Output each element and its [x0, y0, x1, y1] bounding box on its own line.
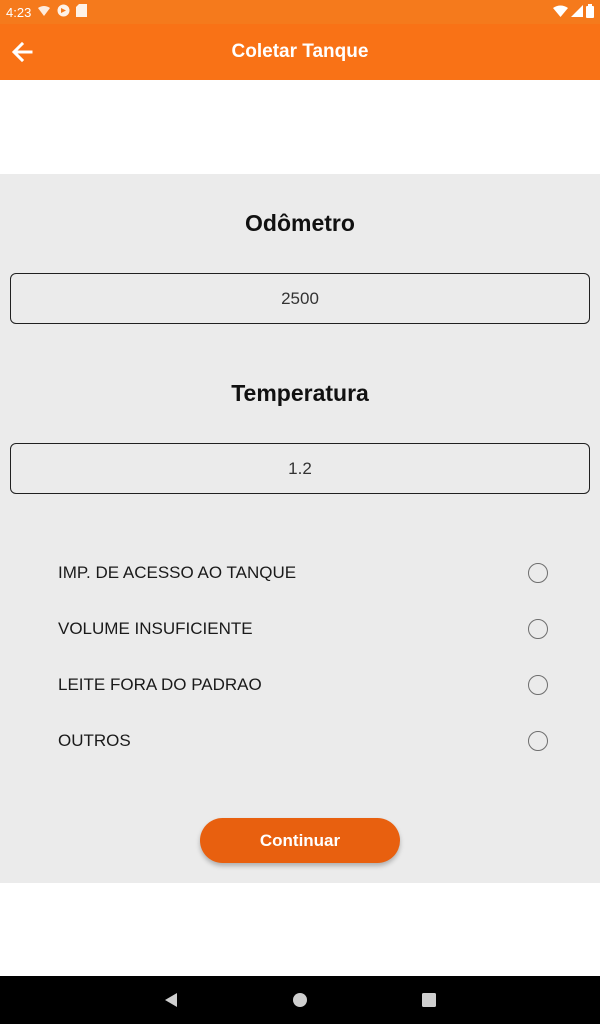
radio-button[interactable] [528, 731, 548, 751]
page-title: Coletar Tanque [231, 41, 369, 62]
form-panel: Odômetro Temperatura IMP. DE ACESSO AO T… [0, 174, 600, 883]
back-button[interactable] [8, 38, 36, 66]
odometer-input[interactable] [10, 273, 590, 324]
radio-button[interactable] [528, 675, 548, 695]
app-bar: Coletar Tanque [0, 24, 600, 80]
status-right [553, 3, 594, 21]
vpn-icon [57, 4, 70, 20]
navigation-bar [0, 976, 600, 1024]
status-left: 4:23 [6, 4, 88, 20]
radio-button[interactable] [528, 563, 548, 583]
temperature-title: Temperatura [231, 380, 369, 406]
sd-card-icon [76, 4, 88, 20]
option-label: IMP. DE ACESSO AO TANQUE [58, 563, 297, 582]
option-label: LEITE FORA DO PADRAO [58, 675, 262, 694]
option-row-outros[interactable]: OUTROS [58, 726, 548, 756]
signal-icon [571, 4, 583, 20]
arrow-left-icon [11, 41, 33, 63]
wifi-icon [553, 5, 568, 20]
option-row-imp-acesso[interactable]: IMP. DE ACESSO AO TANQUE [58, 558, 548, 588]
wifi-hotspot-icon [37, 5, 51, 20]
back-triangle-icon[interactable] [163, 992, 179, 1008]
home-circle-icon[interactable] [292, 992, 308, 1008]
continue-button[interactable]: Continuar [200, 818, 400, 863]
option-label: VOLUME INSUFICIENTE [58, 619, 253, 638]
temperature-input[interactable] [10, 443, 590, 494]
status-time: 4:23 [6, 4, 32, 20]
option-row-volume-insuficiente[interactable]: VOLUME INSUFICIENTE [58, 614, 548, 644]
battery-icon [586, 3, 594, 21]
option-label: OUTROS [58, 731, 131, 750]
option-row-leite-fora-padrao[interactable]: LEITE FORA DO PADRAO [58, 670, 548, 700]
radio-button[interactable] [528, 619, 548, 639]
status-bar: 4:23 [0, 0, 600, 24]
odometer-title: Odômetro [245, 210, 355, 236]
recents-square-icon[interactable] [421, 992, 437, 1008]
